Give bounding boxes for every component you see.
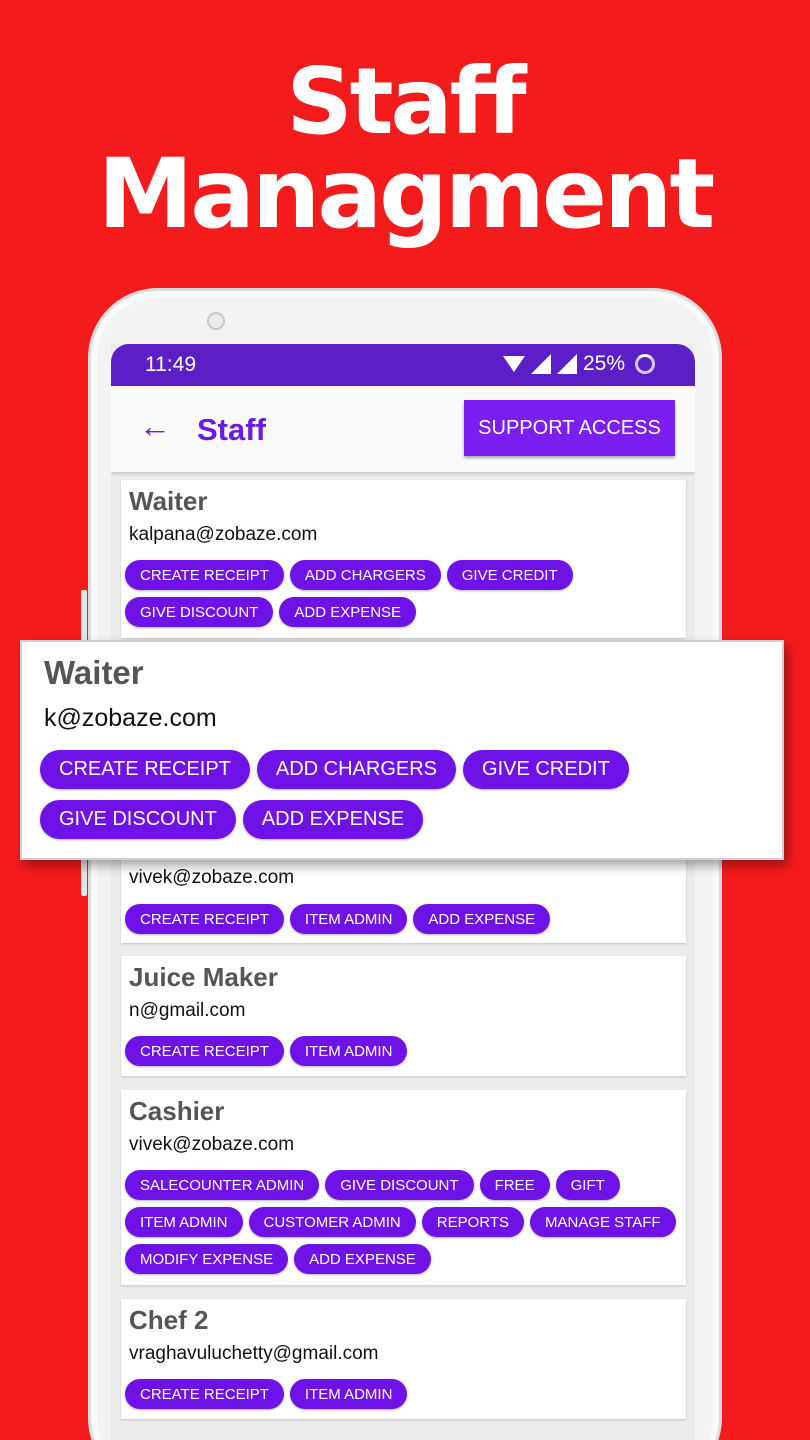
back-arrow-icon[interactable]: ←	[139, 408, 171, 445]
phone-screen: 11:49 25% ← Staff SUPPORT ACCESS Waiter …	[111, 344, 695, 1440]
permission-chip: ITEM ADMIN	[289, 1379, 408, 1409]
permission-chip: CREATE RECEIPT	[125, 560, 284, 590]
staff-card[interactable]: Cashier vivek@zobaze.com SALECOUNTER ADM…	[121, 1090, 686, 1285]
permission-chip: ITEM ADMIN	[125, 1207, 243, 1237]
permission-chip: CUSTOMER ADMIN	[248, 1207, 416, 1237]
staff-role: Waiter	[129, 486, 208, 516]
staff-email: n@gmail.com	[129, 1000, 246, 1021]
signal-icon	[556, 354, 577, 374]
staff-role: Chef 2	[129, 1305, 209, 1335]
headline-line-1: Staff	[286, 48, 526, 155]
permission-chip: ADD CHARGERS	[256, 750, 457, 789]
permission-chip: GIVE DISCOUNT	[125, 597, 274, 627]
battery-icon	[635, 354, 655, 374]
staff-role: Juice Maker	[129, 962, 278, 992]
staff-email: vraghavuluchetty@gmail.com	[129, 1343, 379, 1364]
staff-card[interactable]: Chef 2 vraghavuluchetty@gmail.com CREATE…	[121, 1299, 686, 1419]
page-title: Staff	[197, 412, 266, 447]
permission-chips: CREATE RECEIPT ITEM ADMIN	[125, 1036, 676, 1066]
staff-email: kalpana@zobaze.com	[129, 524, 318, 545]
wifi-icon	[502, 356, 525, 372]
headline-line-2: Managment	[97, 138, 716, 250]
permission-chip: MODIFY EXPENSE	[125, 1244, 289, 1274]
status-time: 11:49	[145, 353, 196, 376]
permission-chips: CREATE RECEIPT ADD CHARGERS GIVE CREDIT …	[125, 560, 676, 627]
permission-chip: CREATE RECEIPT	[125, 1379, 284, 1409]
front-camera	[207, 312, 225, 330]
permission-chip: REPORTS	[421, 1207, 524, 1237]
permission-chip: CREATE RECEIPT	[125, 904, 284, 934]
permission-chip: ADD EXPENSE	[413, 904, 551, 934]
status-bar: 11:49 25%	[111, 344, 695, 386]
permission-chip: GIVE CREDIT	[446, 560, 573, 590]
permission-chip: GIFT	[555, 1170, 620, 1200]
permission-chip: MANAGE STAFF	[530, 1207, 676, 1237]
permission-chip: FREE	[479, 1170, 550, 1200]
staff-email: vivek@zobaze.com	[129, 1134, 295, 1155]
signal-icon	[530, 354, 551, 374]
permission-chip: CREATE RECEIPT	[40, 750, 250, 789]
permission-chips: CREATE RECEIPT ITEM ADMIN	[125, 1379, 676, 1409]
permission-chip: CREATE RECEIPT	[125, 1036, 284, 1066]
zoomed-staff-role: Waiter	[44, 654, 144, 691]
permission-chip: ITEM ADMIN	[289, 904, 408, 934]
zoomed-staff-email: k@zobaze.com	[44, 704, 217, 732]
permission-chip: GIVE CREDIT	[463, 750, 629, 789]
permission-chip: ITEM ADMIN	[289, 1036, 408, 1066]
support-access-button[interactable]: SUPPORT ACCESS	[464, 400, 675, 456]
permission-chip: ADD CHARGERS	[289, 560, 441, 590]
permission-chip: SALECOUNTER ADMIN	[125, 1170, 320, 1200]
permission-chip: GIVE DISCOUNT	[325, 1170, 474, 1200]
permission-chips: SALECOUNTER ADMIN GIVE DISCOUNT FREE GIF…	[125, 1170, 676, 1274]
app-bar: ← Staff SUPPORT ACCESS	[111, 386, 695, 472]
staff-card[interactable]: Waiter kalpana@zobaze.com CREATE RECEIPT…	[121, 480, 686, 638]
staff-card[interactable]: Juice Maker n@gmail.com CREATE RECEIPT I…	[121, 956, 686, 1076]
staff-role: Cashier	[129, 1096, 225, 1126]
staff-email: vivek@zobaze.com	[129, 867, 295, 888]
zoomed-permission-chips: CREATE RECEIPT ADD CHARGERS GIVE CREDIT …	[40, 750, 762, 839]
permission-chip: ADD EXPENSE	[279, 597, 417, 627]
permission-chip: GIVE DISCOUNT	[40, 800, 236, 839]
permission-chip: ADD EXPENSE	[242, 800, 424, 839]
battery-percent: 25%	[582, 352, 625, 375]
permission-chip: ADD EXPENSE	[294, 1244, 431, 1274]
permission-chips: CREATE RECEIPT ITEM ADMIN ADD EXPENSE	[125, 904, 676, 934]
zoomed-staff-card: Waiter k@zobaze.com CREATE RECEIPT ADD C…	[20, 640, 784, 860]
